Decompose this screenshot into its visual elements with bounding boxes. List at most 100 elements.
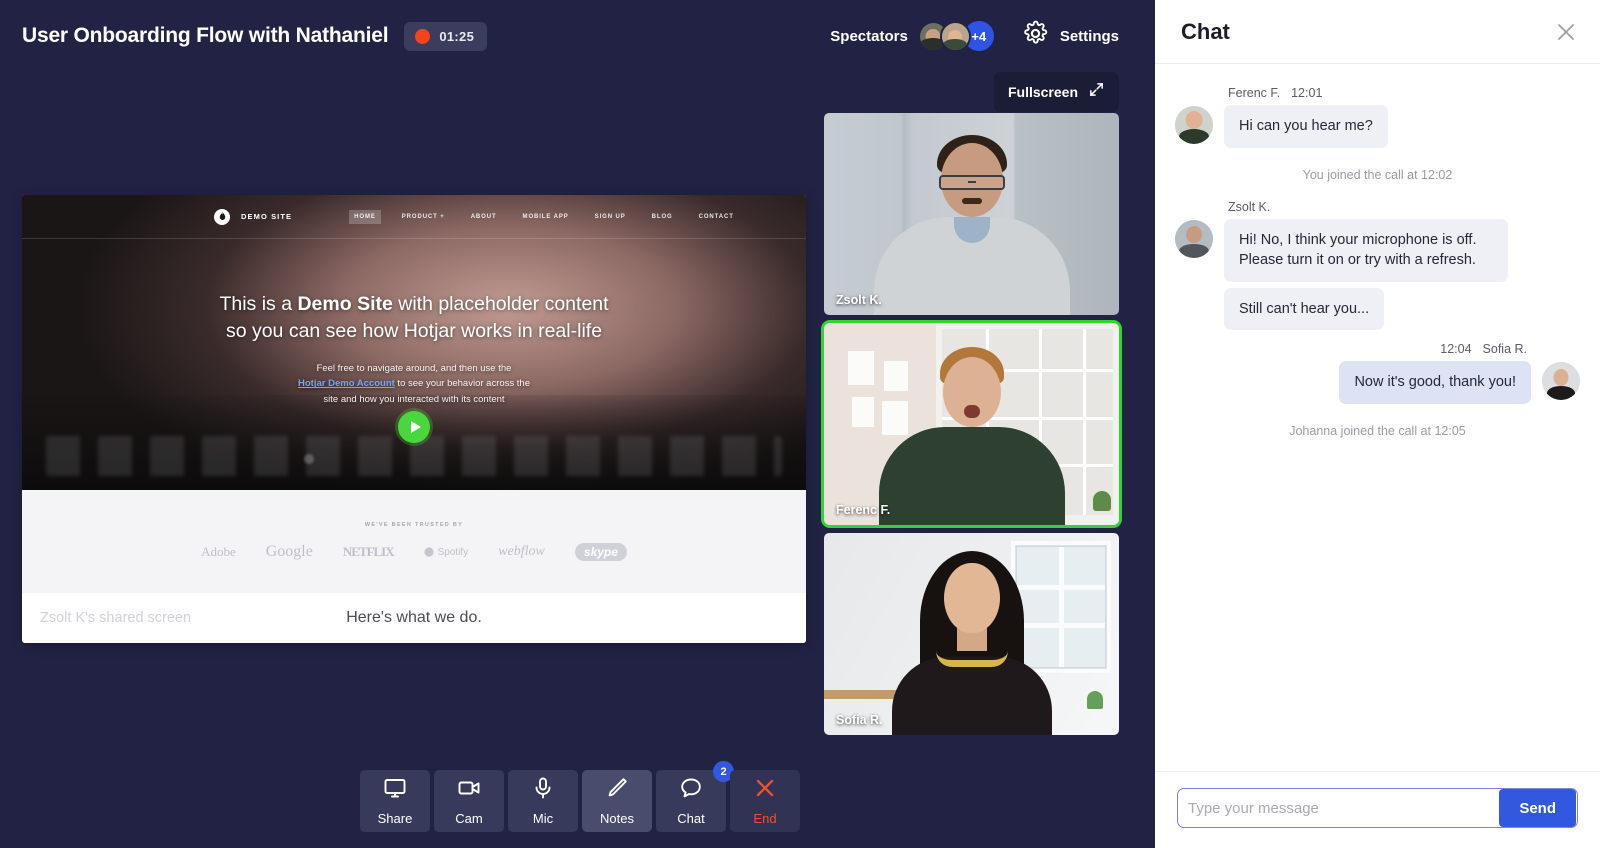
top-bar: User Onboarding Flow with Nathaniel 01:2… xyxy=(0,0,1155,72)
chat-system-message: You joined the call at 12:02 xyxy=(1302,167,1453,182)
flame-logo-icon xyxy=(214,208,230,225)
chat-button[interactable]: 2 Chat xyxy=(656,761,734,832)
chat-time: 12:01 xyxy=(1291,86,1323,100)
chat-author: Ferenc F. xyxy=(1228,86,1281,100)
spectators-label: Spectators xyxy=(830,27,908,45)
subcopy-line-1: Feel free to navigate around, and then u… xyxy=(316,362,512,374)
demo-nav-home[interactable]: HOME xyxy=(349,209,381,224)
notes-label: Notes xyxy=(600,811,634,826)
gear-icon xyxy=(1022,20,1049,52)
chat-label: Chat xyxy=(677,811,705,826)
participant-tile-ferenc[interactable]: Ferenc F. xyxy=(821,320,1122,528)
chat-bubble: Hi! No, I think your microphone is off. … xyxy=(1224,218,1508,282)
chat-message-meta: Zsolt K. xyxy=(1224,200,1508,214)
chat-bubble: Hi can you hear me? xyxy=(1224,105,1388,148)
chat-bubble: Still can't hear you... xyxy=(1224,287,1385,331)
fullscreen-label: Fullscreen xyxy=(1007,84,1078,100)
cam-button[interactable]: Cam xyxy=(434,770,504,832)
participant-tile-sofia[interactable]: Sofia R. xyxy=(824,533,1119,735)
headline-bold: Demo Site xyxy=(297,293,393,315)
subcopy-line-2: to see your behavior across the xyxy=(394,378,530,390)
recording-indicator: 01:25 xyxy=(404,21,488,51)
share-label: Share xyxy=(377,811,413,826)
video-feed xyxy=(824,323,1119,525)
chat-message-list[interactable]: Ferenc F. 12:01 Hi can you hear me? You … xyxy=(1155,64,1600,771)
camera-icon xyxy=(457,776,481,805)
mic-label: Mic xyxy=(532,811,554,826)
headline-line-2: so you can see how Hotjar works in real-… xyxy=(225,319,603,342)
close-x-icon xyxy=(753,776,777,805)
demo-nav-contact[interactable]: CONTACT xyxy=(694,210,739,224)
participant-name: Ferenc F. xyxy=(836,503,891,517)
demo-footer-text: Here's what we do. xyxy=(346,609,482,626)
chat-message: Ferenc F. 12:01 Hi can you hear me? xyxy=(1175,86,1580,154)
skype-logo: skype xyxy=(574,543,627,561)
trusted-by-label: WE'VE BEEN TRUSTED BY xyxy=(364,522,464,528)
webflow-logo: webflow xyxy=(498,544,545,559)
call-controls-toolbar: Share Cam Mic Notes 2 Chat End xyxy=(0,761,1155,832)
spotify-logo-text: Spotify xyxy=(437,546,469,558)
expand-arrows-icon xyxy=(1088,81,1105,103)
call-stage: User Onboarding Flow with Nathaniel 01:2… xyxy=(0,0,1155,848)
demo-trusted-by-section: WE'VE BEEN TRUSTED BY Adobe Google NETFL… xyxy=(22,490,806,593)
end-label: End xyxy=(753,811,777,826)
avatar xyxy=(1542,362,1580,401)
demo-nav-mobile-app[interactable]: MOBILE APP xyxy=(518,210,574,224)
demo-site-nav: DEMO SITE HOME PRODUCT + ABOUT MOBILE AP… xyxy=(22,195,806,239)
spectators-group[interactable]: Spectators +4 xyxy=(830,19,996,53)
fullscreen-button[interactable]: Fullscreen xyxy=(993,72,1119,112)
chat-input-wrap: Send xyxy=(1177,788,1578,828)
demo-footer: Zsolt K's shared screen Here's what we d… xyxy=(22,593,806,643)
recording-timer: 01:25 xyxy=(439,28,475,44)
demo-nav-about[interactable]: ABOUT xyxy=(466,210,502,224)
adobe-logo: Adobe xyxy=(201,544,236,559)
monitor-icon xyxy=(383,776,407,805)
chat-system-message: Johanna joined the call at 12:05 xyxy=(1289,423,1466,438)
chat-message-meta: 12:04 Sofia R. xyxy=(1339,342,1531,356)
message-input[interactable] xyxy=(1188,789,1500,827)
mic-button[interactable]: Mic xyxy=(508,770,578,832)
send-button[interactable]: Send xyxy=(1499,789,1576,827)
chat-composer: Send xyxy=(1155,771,1600,848)
subcopy-line-3: site and how you interacted with its con… xyxy=(323,394,505,406)
headline-part-2: with placeholder content xyxy=(392,293,609,315)
play-button[interactable] xyxy=(398,411,430,443)
participant-tiles: Zsolt K. Ferenc F. Sofia R. xyxy=(821,113,1122,743)
close-icon[interactable] xyxy=(1554,20,1578,44)
trusted-logo-row: Adobe Google NETFLIX Spotify webflow sky… xyxy=(201,543,627,561)
microphone-icon xyxy=(531,776,555,805)
chat-time: 12:04 xyxy=(1440,342,1472,357)
demo-headline: This is a Demo Site with placeholder con… xyxy=(22,291,806,345)
avatar xyxy=(939,20,971,52)
shared-screen-caption: Zsolt K's shared screen xyxy=(40,610,192,626)
avatar xyxy=(1175,106,1213,144)
demo-nav-blog[interactable]: BLOG xyxy=(647,210,678,224)
cam-label: Cam xyxy=(455,811,483,826)
chat-author: Sofia R. xyxy=(1482,342,1527,357)
avatar xyxy=(1175,219,1213,258)
pencil-icon xyxy=(605,776,629,805)
settings-button[interactable]: Settings xyxy=(1022,20,1119,52)
shared-screen[interactable]: DEMO SITE HOME PRODUCT + ABOUT MOBILE AP… xyxy=(22,195,806,643)
notes-button[interactable]: Notes xyxy=(582,770,652,832)
chat-message: 12:04 Sofia R. Now it's good, thank you! xyxy=(1175,342,1580,410)
video-feed xyxy=(824,533,1119,735)
participant-name: Sofia R. xyxy=(836,713,883,727)
video-call-app: User Onboarding Flow with Nathaniel 01:2… xyxy=(0,0,1600,848)
play-triangle-icon xyxy=(410,421,421,433)
spotify-logo: Spotify xyxy=(424,546,469,558)
end-call-button[interactable]: End xyxy=(730,770,800,832)
record-dot-icon xyxy=(415,28,431,44)
participant-name: Zsolt K. xyxy=(836,293,882,307)
chat-panel: Chat Ferenc F. 12:01 Hi can you hear me?… xyxy=(1155,0,1600,848)
demo-site-hero: DEMO SITE HOME PRODUCT + ABOUT MOBILE AP… xyxy=(22,195,806,490)
page-title: User Onboarding Flow with Nathaniel xyxy=(22,24,389,47)
chat-bubble: Now it's good, thank you! xyxy=(1339,361,1531,404)
demo-hero-copy: This is a Demo Site with placeholder con… xyxy=(22,239,806,408)
hotjar-demo-account-link[interactable]: Hotjar Demo Account xyxy=(298,378,395,389)
chat-message-meta: Ferenc F. 12:01 xyxy=(1224,86,1388,100)
share-button[interactable]: Share xyxy=(360,770,430,832)
demo-nav-product[interactable]: PRODUCT + xyxy=(397,210,450,224)
demo-nav-sign-up[interactable]: SIGN UP xyxy=(590,210,631,224)
participant-tile-zsolt[interactable]: Zsolt K. xyxy=(824,113,1119,315)
